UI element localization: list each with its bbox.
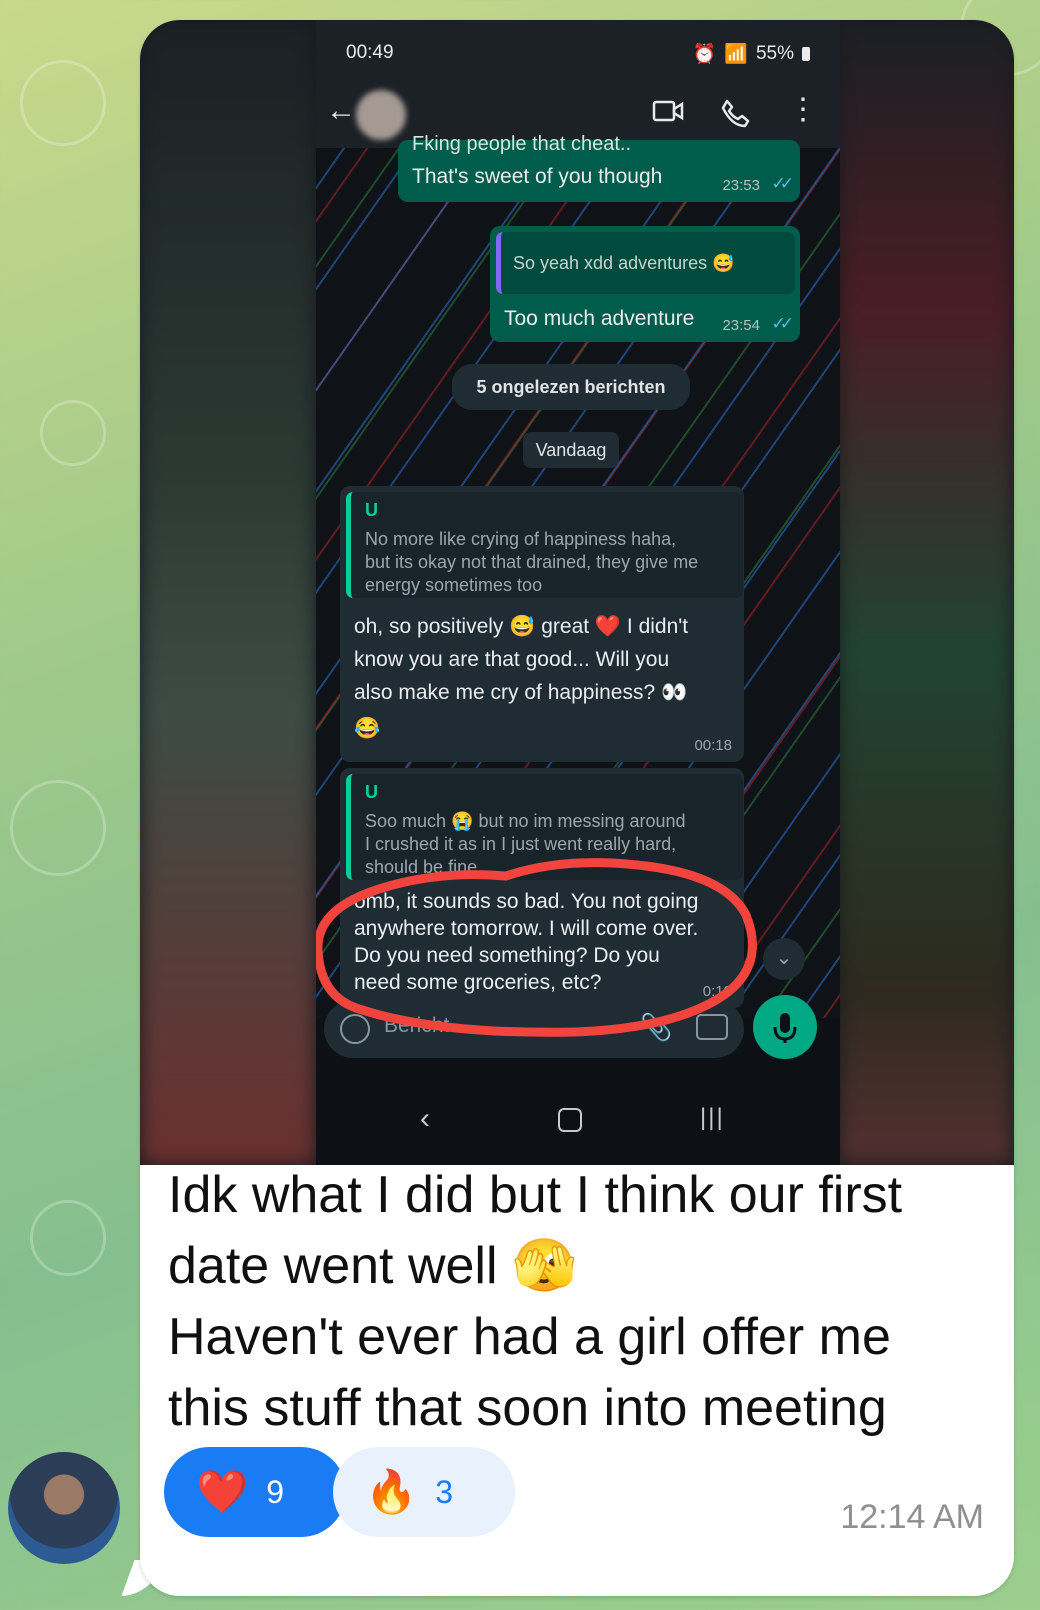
heart-icon: ❤️ xyxy=(196,1467,249,1515)
message-time: 23:54 xyxy=(722,317,760,334)
message-input-bar: Bericht 📎 xyxy=(324,1000,744,1058)
message-bubble[interactable]: 00:49 ⏰ 📶 55% ← ⋮ Fking people that chea… xyxy=(140,20,1014,1596)
incoming-message: U Soo much 😭 but no im messing around I … xyxy=(340,768,744,1008)
background-doodle xyxy=(40,400,106,466)
microphone-icon xyxy=(753,995,817,1059)
quoted-text: I crushed it as in I just went really ha… xyxy=(365,834,677,854)
status-time: 00:49 xyxy=(346,42,394,63)
message-text: need some groceries, etc? xyxy=(354,971,602,994)
camera-icon xyxy=(696,1014,728,1040)
message-time: 00:18 xyxy=(694,737,732,754)
outgoing-message: Fking people that cheat.. That's sweet o… xyxy=(398,133,800,202)
quoted-author: U xyxy=(365,500,378,520)
quoted-text: but its okay not that drained, they give… xyxy=(365,552,699,572)
message-text: anywhere tomorrow. I will come over. xyxy=(354,917,699,940)
contact-avatar xyxy=(356,90,406,140)
message-text: 😂 xyxy=(354,717,381,740)
caption-line: Idk what I did but I think our first xyxy=(168,1166,903,1224)
wifi-signal-icon: 📶 xyxy=(724,44,748,65)
more-options-icon: ⋮ xyxy=(788,93,818,126)
quoted-text: energy sometimes too xyxy=(365,575,543,595)
quoted-text: No more like crying of happiness haha, xyxy=(365,529,677,549)
fire-icon: 🔥 xyxy=(365,1467,418,1515)
message-text: Too much adventure xyxy=(504,307,695,330)
nav-home-icon xyxy=(558,1108,582,1132)
quoted-message: U Soo much 😭 but no im messing around I … xyxy=(346,774,743,880)
caption-line: Haven't ever had a girl offer me xyxy=(168,1308,891,1366)
message-time: 0:19 xyxy=(702,983,732,1000)
battery-icon xyxy=(802,47,810,61)
message-placeholder: Bericht xyxy=(384,1014,450,1037)
quoted-message: So yeah xdd adventures 😅 xyxy=(496,232,795,294)
attachment-icon: 📎 xyxy=(640,1012,673,1042)
date-chip: Vandaag xyxy=(523,432,619,468)
reaction-count: 9 xyxy=(266,1473,285,1510)
message-text: Fking people that cheat.. xyxy=(412,133,632,155)
phone-screenshot: 00:49 ⏰ 📶 55% ← ⋮ Fking people that chea… xyxy=(316,20,840,1165)
outgoing-message: So yeah xdd adventures 😅 Too much advent… xyxy=(490,226,800,342)
message-text: know you are that good... Will you xyxy=(354,648,670,671)
message-timestamp: 12:14 AM xyxy=(840,1498,984,1536)
reaction-count: 3 xyxy=(435,1473,454,1510)
status-icons: ⏰ 📶 55% xyxy=(693,42,810,66)
reaction-fire[interactable]: 🔥 3 xyxy=(333,1447,515,1537)
message-time: 23:53 xyxy=(722,177,760,194)
nav-back-icon: ‹ xyxy=(420,1102,430,1135)
background-doodle xyxy=(20,60,106,146)
incoming-message: U No more like crying of happiness haha,… xyxy=(340,486,744,762)
blurred-background xyxy=(140,20,316,1165)
video-call-icon xyxy=(652,98,684,129)
read-receipt-icon: ✓✓ xyxy=(771,314,794,333)
background-doodle xyxy=(10,780,106,876)
alarm-icon: ⏰ xyxy=(692,44,717,65)
blurred-background xyxy=(838,20,1014,1165)
quoted-author: U xyxy=(365,782,378,802)
emoji-icon xyxy=(340,1014,370,1044)
battery-level: 55% xyxy=(755,43,794,64)
quoted-text: So yeah xdd adventures 😅 xyxy=(513,253,735,273)
message-text: That's sweet of you though xyxy=(412,165,663,188)
caption-line: this stuff that soon into meeting xyxy=(168,1379,887,1437)
message-text: oh, so positively 😅 great ❤️ I didn't xyxy=(354,615,689,638)
message-text: Do you need something? Do you xyxy=(354,944,660,967)
back-arrow-icon: ← xyxy=(326,94,356,127)
sender-avatar[interactable] xyxy=(8,1452,120,1564)
caption-line: date went well 🫣 xyxy=(168,1237,577,1295)
nav-recents-icon: ||| xyxy=(700,1104,725,1131)
background-doodle xyxy=(30,1200,106,1276)
message-text: also make me cry of happiness? 👀 xyxy=(354,681,688,704)
phone-call-icon xyxy=(720,98,750,133)
unread-messages-banner: 5 ongelezen berichten xyxy=(452,364,690,410)
quoted-text: Soo much 😭 but no im messing around xyxy=(365,811,686,831)
message-caption: Idk what I did but I think our first dat… xyxy=(168,1160,988,1444)
double-chevron-down-icon: ⌄ xyxy=(763,938,805,980)
reaction-heart[interactable]: ❤️ 9 xyxy=(164,1447,346,1537)
screenshot-image[interactable]: 00:49 ⏰ 📶 55% ← ⋮ Fking people that chea… xyxy=(140,20,1014,1165)
quoted-message: U No more like crying of happiness haha,… xyxy=(346,492,743,598)
message-text: omb, it sounds so bad. You not going xyxy=(354,890,699,913)
quoted-text: should be fine.... xyxy=(365,857,498,877)
status-bar: 00:49 ⏰ 📶 55% xyxy=(316,20,840,80)
android-nav-bar: ‹ ||| xyxy=(316,1070,840,1165)
read-receipt-icon: ✓✓ xyxy=(771,174,794,193)
